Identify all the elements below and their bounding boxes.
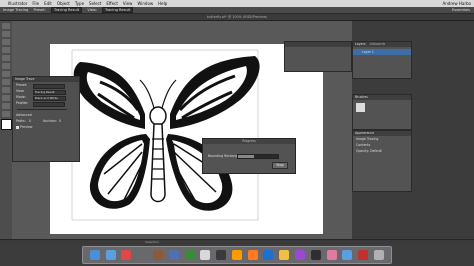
menu-item-edit[interactable]: Edit — [44, 0, 52, 7]
menu-item-window[interactable]: Window — [137, 0, 153, 7]
dock-app-icon[interactable] — [153, 250, 164, 260]
fill-stroke-icon[interactable] — [0, 119, 12, 130]
stop-button[interactable]: Stop — [272, 162, 288, 169]
document-title: butterfly.ai* @ 100% (RGB/Preview) — [206, 15, 268, 19]
preview-checkbox[interactable] — [16, 125, 19, 129]
preset-dropdown[interactable]: Tracing Result — [51, 7, 83, 13]
rotate-tool-icon[interactable] — [2, 79, 10, 85]
type-tool-icon[interactable] — [2, 47, 10, 53]
selection-tool-icon[interactable] — [2, 23, 10, 29]
progress-fill — [238, 155, 254, 158]
image-trace-panel: Image Trace Preset: View: Tracing Result… — [12, 76, 80, 162]
status-text: Selection — [145, 240, 159, 244]
scale-tool-icon[interactable] — [2, 87, 10, 93]
menu-item-effect[interactable]: Effect — [106, 0, 118, 7]
tab-brushes[interactable]: Brushes — [353, 95, 411, 100]
layers-mini-header — [285, 42, 351, 47]
layers-panel-mini — [284, 41, 352, 72]
dock-app-icon[interactable] — [358, 250, 369, 260]
image-trace-preview-row[interactable]: Preview — [13, 124, 79, 130]
menu-item-view[interactable]: View — [123, 0, 133, 7]
dock-app-icon[interactable] — [231, 250, 242, 260]
status-bar: Selection — [0, 239, 474, 244]
dock-app-icon[interactable] — [279, 250, 290, 260]
brushes-panel: Brushes — [352, 94, 412, 130]
hand-tool-icon[interactable] — [2, 103, 10, 109]
rectangle-tool-icon[interactable] — [2, 63, 10, 69]
dock-app-icon[interactable] — [200, 250, 211, 260]
layer-row[interactable]: Layer 1 — [353, 49, 411, 55]
menu-item-help[interactable]: Help — [158, 0, 167, 7]
menu-item-file[interactable]: File — [32, 0, 39, 7]
user-name: Andrew Harbo — [442, 1, 471, 6]
appearance-opacity[interactable]: Opacity: Default — [353, 148, 411, 154]
dock-app-icon[interactable] — [105, 250, 116, 260]
left-lower-wing — [89, 134, 150, 209]
layer-name[interactable]: Layer 1 — [356, 50, 374, 54]
dock-app-icon[interactable] — [295, 250, 306, 260]
dock-app-icon[interactable] — [247, 250, 258, 260]
menu-item-object[interactable]: Object — [57, 0, 70, 7]
line-tool-icon[interactable] — [2, 55, 10, 61]
eyedropper-tool-icon[interactable] — [2, 95, 10, 101]
dock-app-icon[interactable] — [184, 250, 195, 260]
tab-layers[interactable]: Layers — [355, 42, 366, 46]
dock-app-icon[interactable] — [216, 250, 227, 260]
menu-item-select[interactable]: Select — [89, 0, 101, 7]
dock-app-icon[interactable] — [168, 250, 179, 260]
dock-app-icon[interactable] — [342, 250, 353, 260]
direct-selection-tool-icon[interactable] — [2, 31, 10, 37]
appearance-panel: Appearance Image Tracing Contents Opacit… — [352, 130, 412, 192]
control-preset-label: Preset: — [33, 8, 46, 12]
brush-tool-icon[interactable] — [2, 71, 10, 77]
brush-swatch-icon[interactable] — [356, 103, 365, 112]
menu-bar: Illustrator File Edit Object Type Select… — [0, 0, 474, 7]
dock-app-icon[interactable] — [89, 250, 100, 260]
layers-panel: Layers Artboards Layer 1 — [352, 41, 412, 79]
control-bar: Image Tracing Preset: Tracing Result Vie… — [0, 7, 474, 14]
tab-artboards[interactable]: Artboards — [370, 42, 386, 46]
progress-bar — [237, 154, 279, 159]
dock-app-icon[interactable] — [263, 250, 274, 260]
dock-app-icon[interactable] — [326, 250, 337, 260]
dock-app-icon[interactable] — [310, 250, 321, 260]
menu-app-name[interactable]: Illustrator — [8, 0, 27, 7]
pen-tool-icon[interactable] — [2, 39, 10, 45]
progress-dialog: Progress Bounding Rectangles... Stop — [202, 138, 296, 174]
macos-dock — [82, 246, 392, 264]
view-dropdown[interactable]: Tracing Result — [102, 7, 134, 13]
left-upper-wing — [73, 62, 145, 129]
dock-app-icon[interactable] — [373, 250, 384, 260]
progress-title: Progress — [203, 139, 295, 144]
control-mode: Image Tracing — [3, 8, 29, 12]
control-view-label: View: — [87, 8, 97, 12]
right-upper-wing — [170, 56, 260, 129]
zoom-tool-icon[interactable] — [2, 111, 10, 117]
workspace-switcher[interactable]: Essentials — [452, 7, 470, 14]
dock-app-icon[interactable] — [121, 250, 132, 260]
dock-app-icon[interactable] — [137, 250, 148, 260]
threshold-slider[interactable] — [17, 108, 67, 110]
menu-item-type[interactable]: Type — [75, 0, 84, 7]
